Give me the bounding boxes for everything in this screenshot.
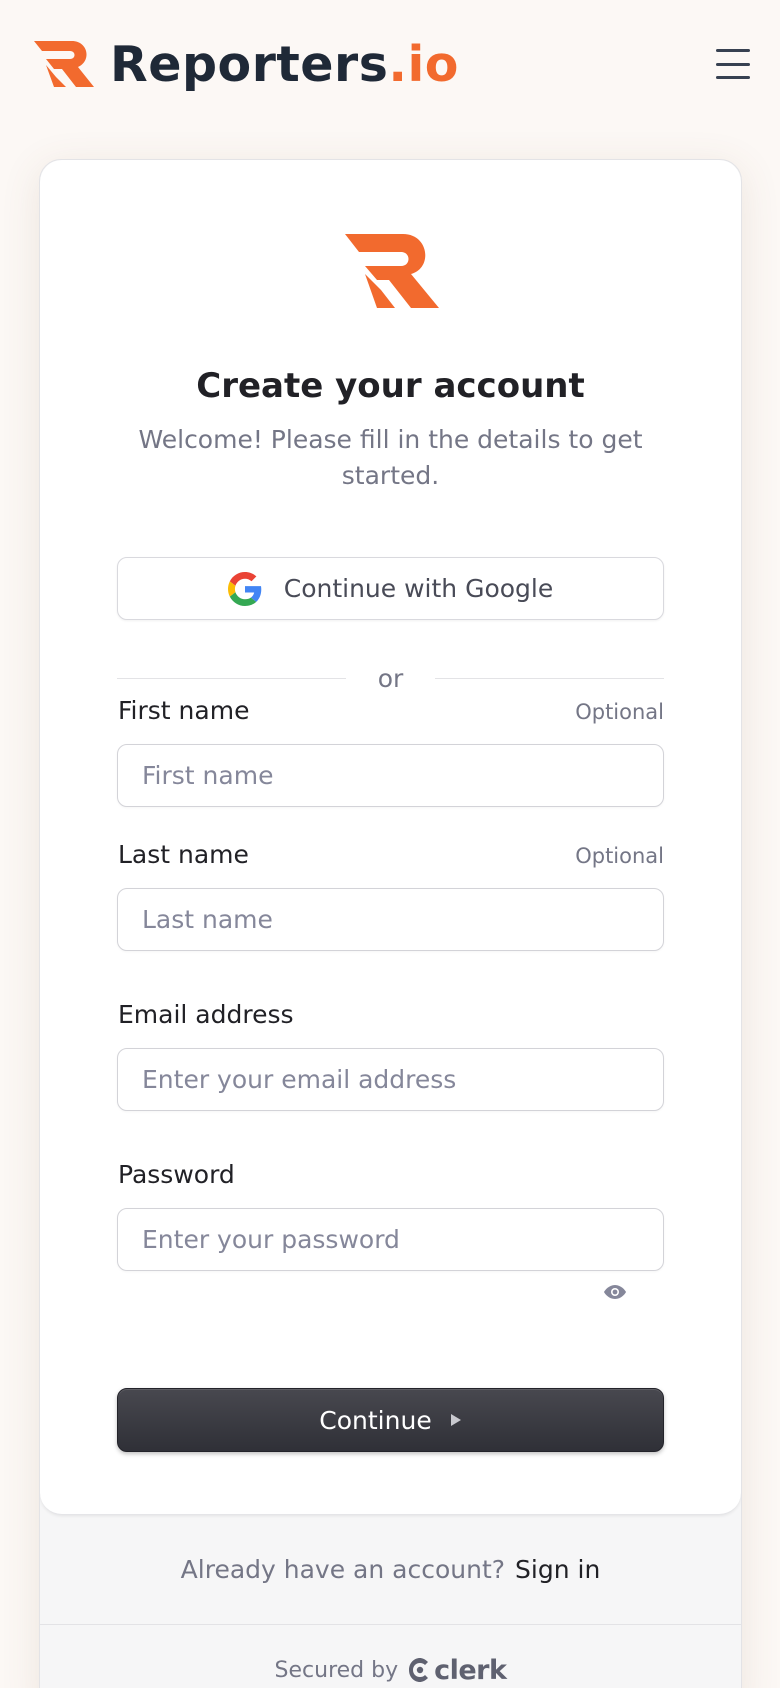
hamburger-menu-icon[interactable] <box>716 49 750 79</box>
first-name-label: First name <box>118 696 250 725</box>
footer-divider <box>40 1624 741 1625</box>
email-input[interactable] <box>117 1048 664 1111</box>
last-name-label: Last name <box>118 840 249 869</box>
google-button-label: Continue with Google <box>283 574 554 603</box>
page-subtitle: Welcome! Please fill in the details to g… <box>138 425 643 490</box>
hamburger-line <box>716 76 750 79</box>
divider-text: or <box>377 663 404 693</box>
show-password-toggle[interactable] <box>600 1280 630 1304</box>
signin-prompt: Already have an account? Sign in <box>40 1515 741 1624</box>
top-navigation-bar: Reporters.io <box>0 0 780 128</box>
continue-button[interactable]: Continue <box>117 1388 664 1452</box>
signup-card: Create your account Welcome! Please fill… <box>40 160 741 1515</box>
secured-by-badge: Secured by clerk <box>40 1630 741 1688</box>
last-name-input[interactable] <box>117 888 664 951</box>
first-name-optional-hint: Optional <box>575 700 664 724</box>
clerk-logo-icon <box>409 1658 429 1682</box>
or-divider: or <box>117 660 665 696</box>
google-icon <box>227 571 262 606</box>
sign-in-link[interactable]: Sign in <box>515 1555 600 1584</box>
play-arrow-icon <box>450 1414 461 1426</box>
password-label: Password <box>118 1160 235 1189</box>
hamburger-line <box>716 62 750 66</box>
email-label: Email address <box>118 1000 294 1029</box>
brand-name: Reporters.io <box>110 36 459 93</box>
secured-by-text: Secured by <box>274 1657 399 1683</box>
clerk-wordmark: clerk <box>434 1654 507 1686</box>
last-name-optional-hint: Optional <box>575 844 664 868</box>
divider-line <box>117 677 346 679</box>
continue-with-google-button[interactable]: Continue with Google <box>117 557 664 620</box>
password-input[interactable] <box>117 1208 664 1271</box>
brand-name-tld: .io <box>388 35 459 93</box>
brand-home-link[interactable]: Reporters.io <box>32 36 459 93</box>
clerk-logo[interactable]: clerk <box>408 1654 507 1686</box>
continue-button-label: Continue <box>319 1405 432 1435</box>
eye-icon <box>604 1285 626 1299</box>
reporters-logo-icon <box>345 234 439 308</box>
reporters-logo-icon <box>34 41 94 87</box>
signup-card-container: Create your account Welcome! Please fill… <box>39 159 742 1688</box>
page-title: Create your account <box>196 366 585 406</box>
signin-prompt-text: Already have an account? <box>180 1555 506 1584</box>
divider-line <box>435 677 665 679</box>
first-name-input[interactable] <box>117 744 664 807</box>
brand-name-main: Reporters <box>110 35 389 93</box>
hamburger-line <box>716 49 750 52</box>
